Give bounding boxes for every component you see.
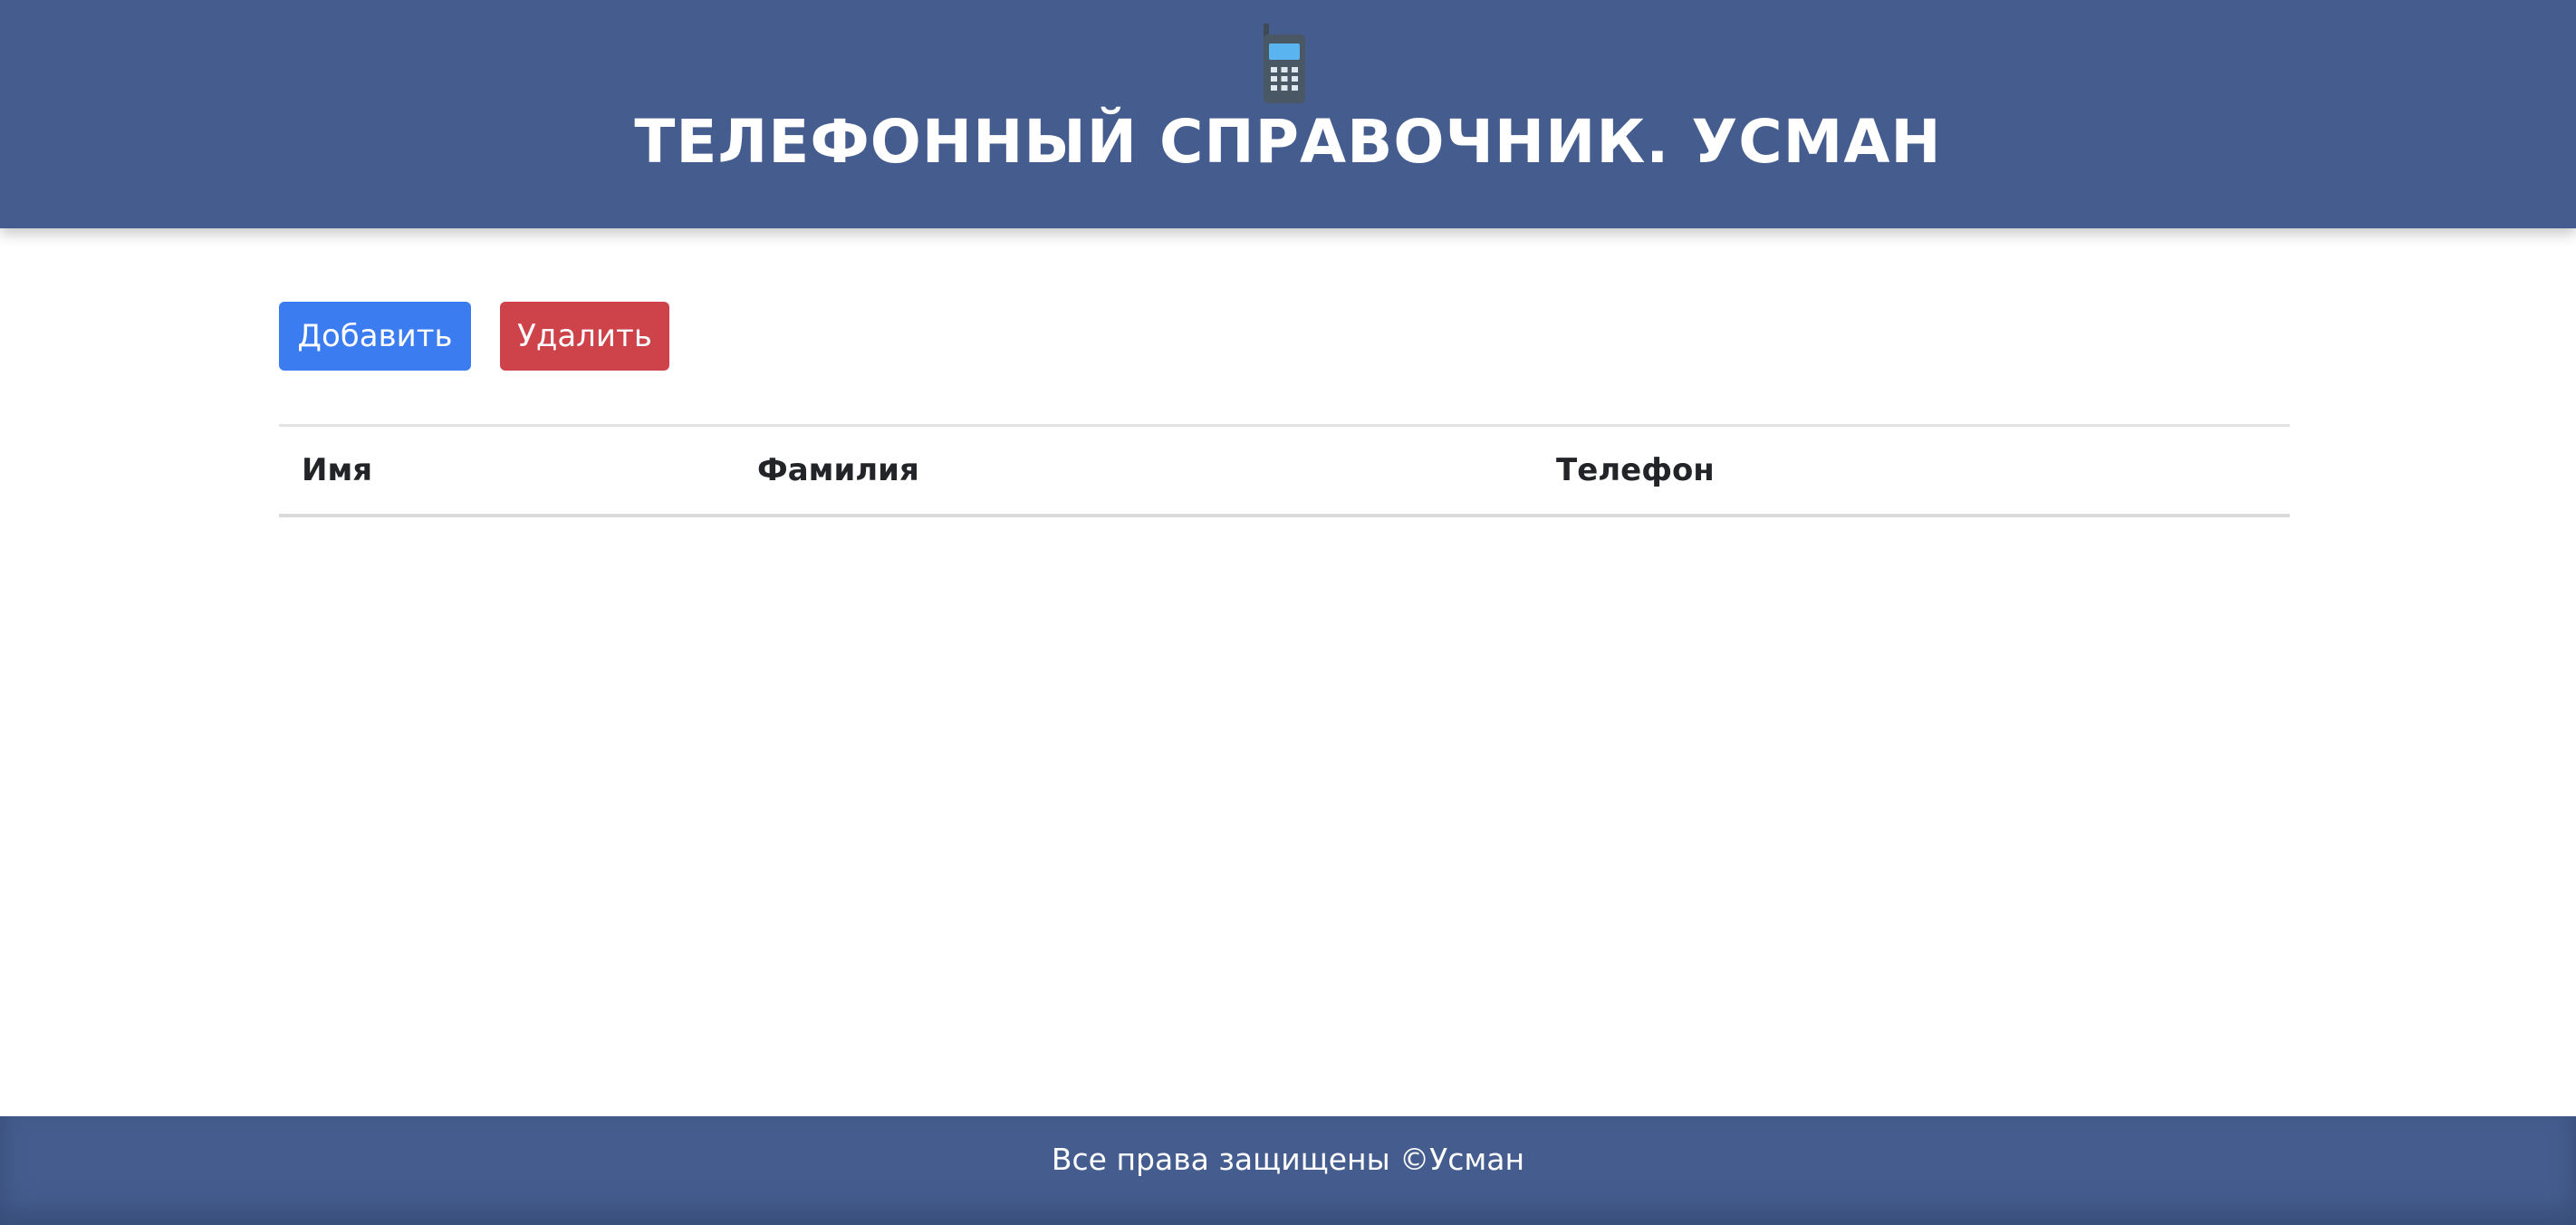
copyright-text: Все права защищены ©Усман (1051, 1142, 1525, 1177)
footer-bar: Все права защищены ©Усман (0, 1116, 2576, 1225)
delete-button[interactable]: Удалить (500, 302, 669, 371)
column-header-phone: Телефон (1556, 452, 1715, 488)
mobile-phone-icon (1264, 24, 1305, 103)
page-title: ТЕЛЕФОННЫЙ СПРАВОЧНИК. УСМАН (634, 107, 1942, 177)
add-button[interactable]: Добавить (279, 302, 471, 371)
page: ТЕЛЕФОННЫЙ СПРАВОЧНИК. УСМАН Добавить Уд… (0, 0, 2576, 1225)
contacts-table: Имя Фамилия Телефон (279, 424, 2290, 517)
column-header-first-name: Имя (302, 452, 373, 488)
column-header-last-name: Фамилия (757, 452, 919, 488)
header-bar: ТЕЛЕФОННЫЙ СПРАВОЧНИК. УСМАН (0, 0, 2576, 228)
